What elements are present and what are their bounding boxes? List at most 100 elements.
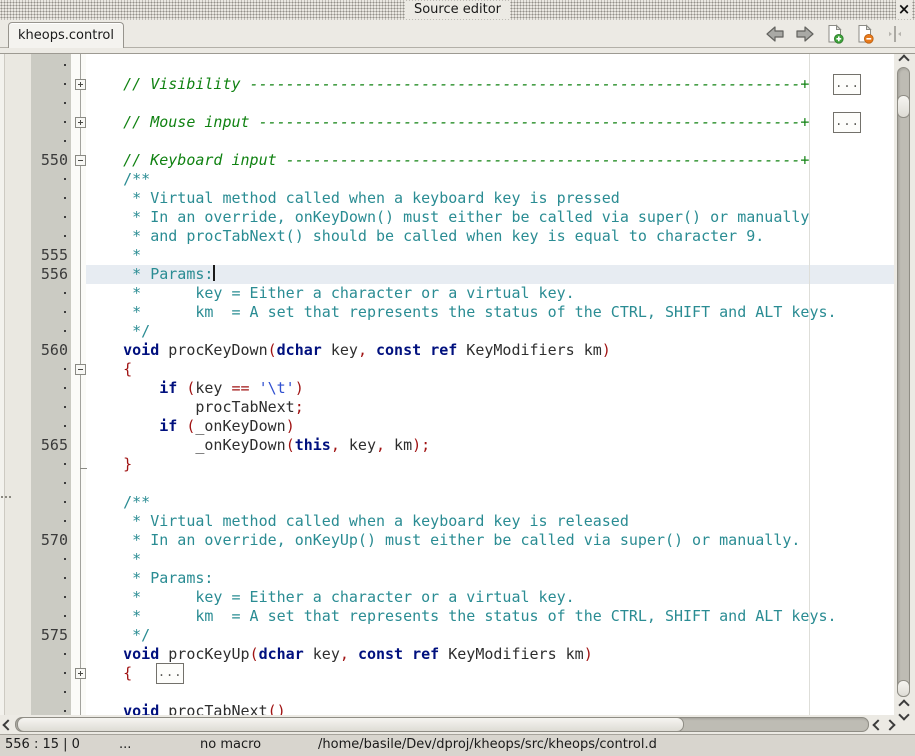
code-line[interactable]: /** <box>86 493 894 512</box>
nav-back-button[interactable] <box>765 24 785 44</box>
line-number <box>31 322 71 341</box>
code-line[interactable] <box>86 474 894 493</box>
fold-marker-minus[interactable] <box>75 155 86 166</box>
code-area[interactable]: // Visibility --------------------------… <box>86 53 894 715</box>
code-line[interactable]: * key = Either a character or a virtual … <box>86 284 894 303</box>
code-line[interactable]: * <box>86 246 894 265</box>
code-line[interactable]: // Visibility --------------------------… <box>86 75 894 94</box>
line-number-band: 550555556560565570575 <box>31 53 71 715</box>
code-line[interactable]: * Virtual method called when a keyboard … <box>86 512 894 531</box>
line-number <box>31 113 71 132</box>
line-number <box>31 360 71 379</box>
line-number <box>31 303 71 322</box>
macro-state-label: no macro <box>200 735 261 755</box>
code-line[interactable] <box>86 56 894 75</box>
line-number <box>31 550 71 569</box>
code-line[interactable]: * Params: <box>86 569 894 588</box>
line-number <box>31 683 71 702</box>
code-rows: // Visibility --------------------------… <box>86 53 894 715</box>
gutter-margin <box>5 53 31 715</box>
fold-marker-plus[interactable] <box>75 668 86 679</box>
code-line[interactable] <box>86 132 894 151</box>
horizontal-scrollbar[interactable] <box>0 715 915 734</box>
statusbar: 556 : 15 | 0 ... no macro /home/basile/D… <box>0 734 915 756</box>
line-number <box>31 208 71 227</box>
code-line[interactable]: * In an override, onKeyDown() must eithe… <box>86 208 894 227</box>
code-line[interactable] <box>86 683 894 702</box>
line-number <box>31 75 71 94</box>
collapsed-code-box[interactable]: ... <box>833 112 861 133</box>
window-close-button[interactable]: × <box>896 0 912 19</box>
line-number <box>31 189 71 208</box>
line-number <box>31 227 71 246</box>
code-line[interactable]: * Virtual method called when a keyboard … <box>86 189 894 208</box>
line-number <box>31 474 71 493</box>
line-number <box>31 645 71 664</box>
vertical-scrollbar-stepper[interactable] <box>897 680 910 697</box>
detach-editor-icon <box>885 24 905 44</box>
collapsed-code-box[interactable]: ... <box>156 663 184 684</box>
editor-tabbar: kheops.control <box>0 20 915 48</box>
vertical-scrollbar-thumb[interactable] <box>897 95 910 118</box>
line-number: 556 <box>31 265 71 284</box>
code-line[interactable]: */ <box>86 626 894 645</box>
code-line[interactable]: /** <box>86 170 894 189</box>
close-document-button[interactable] <box>855 24 875 44</box>
code-line[interactable]: if (key == '\t') <box>86 379 894 398</box>
code-line[interactable]: * km = A set that represents the status … <box>86 303 894 322</box>
line-number <box>31 588 71 607</box>
status-pending-label: ... <box>119 735 131 755</box>
file-path-label: /home/basile/Dev/dproj/kheops/src/kheops… <box>318 735 657 755</box>
code-line[interactable]: { <box>86 360 894 379</box>
code-line[interactable]: * and procTabNext() should be called whe… <box>86 227 894 246</box>
code-line[interactable]: // Keyboard input ----------------------… <box>86 151 894 170</box>
code-line[interactable]: * In an override, onKeyUp() must either … <box>86 531 894 550</box>
line-number <box>31 493 71 512</box>
vertical-scrollbar-track[interactable] <box>897 67 910 697</box>
window-title: Source editor <box>405 1 510 19</box>
code-line[interactable]: * <box>86 550 894 569</box>
line-number: 565 <box>31 436 71 455</box>
fold-marker-plus[interactable] <box>75 117 86 128</box>
code-line[interactable]: void procTabNext() <box>86 702 894 715</box>
vertical-scrollbar[interactable] <box>894 53 915 715</box>
nav-forward-icon <box>795 24 815 44</box>
code-line[interactable]: */ <box>86 322 894 341</box>
code-line[interactable] <box>86 94 894 113</box>
scroll-up-arrow-icon[interactable] <box>898 54 909 65</box>
fold-marker-end[interactable] <box>80 458 87 469</box>
source-editor: 550555556560565570575 // Visibility ----… <box>0 53 915 715</box>
code-line[interactable]: * key = Either a character or a virtual … <box>86 588 894 607</box>
code-line[interactable]: procTabNext; <box>86 398 894 417</box>
code-line[interactable]: } <box>86 455 894 474</box>
new-document-icon <box>825 24 845 44</box>
splitter-grip-icon[interactable] <box>1 496 13 499</box>
code-line[interactable]: * km = A set that represents the status … <box>86 607 894 626</box>
fold-marker-plus[interactable] <box>75 79 86 90</box>
close-document-icon <box>855 24 875 44</box>
scroll-left-arrow-icon[interactable] <box>872 719 883 730</box>
scroll-left-arrow-icon[interactable] <box>2 719 13 730</box>
new-document-button[interactable] <box>825 24 845 44</box>
horizontal-scrollbar-thumb[interactable] <box>17 717 684 732</box>
code-line[interactable]: void procKeyUp(dchar key, const ref KeyM… <box>86 645 894 664</box>
code-line[interactable]: void procKeyDown(dchar key, const ref Ke… <box>86 341 894 360</box>
tab-kheops-control[interactable]: kheops.control <box>8 22 124 48</box>
line-number <box>31 512 71 531</box>
fold-guide-line <box>80 53 81 715</box>
nav-forward-button[interactable] <box>795 24 815 44</box>
scroll-right-arrow-icon[interactable] <box>884 719 895 730</box>
collapsed-code-box[interactable]: ... <box>833 74 861 95</box>
code-line[interactable]: _onKeyDown(this, key, km); <box>86 436 894 455</box>
code-line[interactable]: * Params: <box>86 265 894 284</box>
fold-marker-minus[interactable] <box>75 364 86 375</box>
line-number <box>31 607 71 626</box>
detach-editor-button[interactable] <box>885 24 905 44</box>
line-number <box>31 132 71 151</box>
line-number: 575 <box>31 626 71 645</box>
code-line[interactable]: if (_onKeyDown) <box>86 417 894 436</box>
line-number <box>31 398 71 417</box>
code-line[interactable]: {... <box>86 664 894 683</box>
code-line[interactable]: // Mouse input -------------------------… <box>86 113 894 132</box>
line-number <box>31 284 71 303</box>
